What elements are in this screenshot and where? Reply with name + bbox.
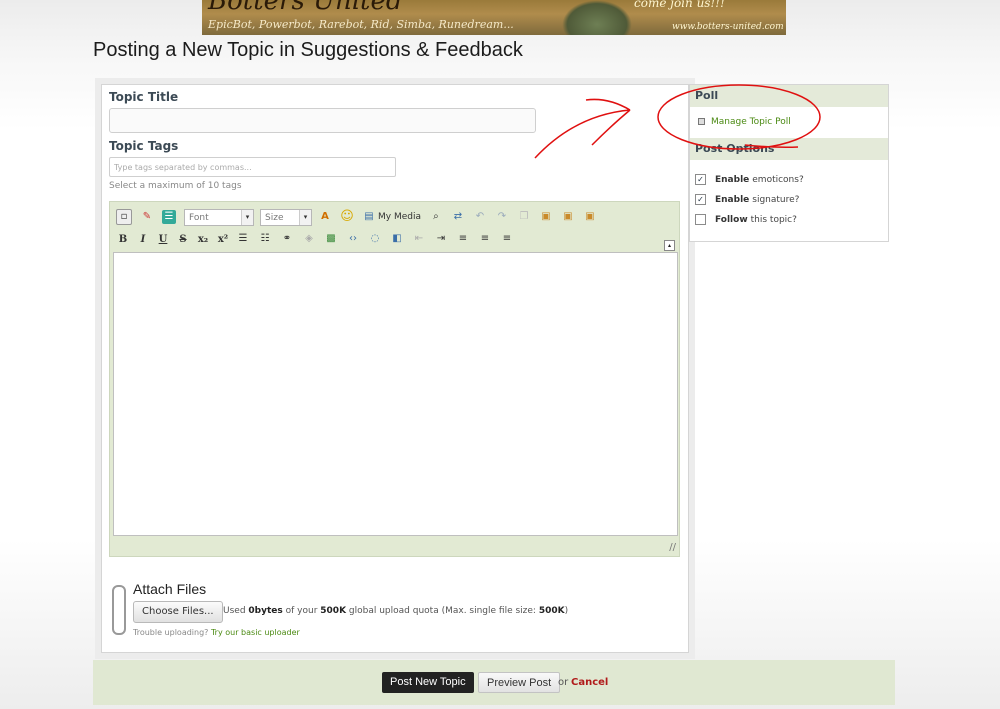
paste-icon[interactable]: ▣ [539,210,553,224]
banner-bot-list: EpicBot, Powerbot, Rarebot, Rid, Simba, … [208,18,514,31]
quota-used: 0bytes [248,606,283,616]
bulleted-list-icon[interactable]: ☰ [236,232,250,246]
size-select[interactable]: Size ▾ [260,208,312,226]
topic-title-label: Topic Title [109,90,179,104]
rich-text-editor: ▫ ✎ ☰ Font ▾ Size ▾ A ☺ ▤ My Media ⌕ ⇄ ↶ ↷… [109,201,680,557]
option-rest: signature? [752,194,800,205]
chevron-down-icon: ▾ [241,209,253,225]
subscript-button[interactable]: x₂ [196,234,210,245]
spoiler-icon[interactable]: ◧ [390,232,404,246]
link-icon[interactable]: ⚭ [280,232,294,246]
choose-files-button[interactable]: Choose Files... [133,601,223,623]
redo-icon[interactable]: ↷ [495,210,509,224]
post-form: Topic Title Topic Tags Type tags separat… [101,84,689,653]
or-text: or [558,677,569,688]
topic-title-input[interactable] [109,108,536,133]
topic-tags-label: Topic Tags [109,139,179,153]
option-enable-signature[interactable]: ✓ Enable signature? [695,194,799,205]
trouble-uploading-text: Trouble uploading? Try our basic uploade… [133,628,300,637]
cancel-link[interactable]: Cancel [571,677,608,688]
quota-max: 500K [538,606,565,616]
option-rest: this topic? [750,214,797,225]
quota-mid: of your [285,606,318,616]
attach-files-title: Attach Files [133,581,207,597]
size-select-value: Size [265,212,284,223]
table-icon[interactable]: ☰ [162,210,176,224]
option-rest: emoticons? [752,174,804,185]
image-icon[interactable]: ▩ [324,232,338,246]
option-follow-topic[interactable]: Follow this topic? [695,214,797,225]
media-icon: ▤ [364,211,374,222]
trouble-text: Trouble uploading? [133,628,209,637]
banner-url: www.botters-united.com [672,22,784,32]
banner-join-text: come join us!!! [634,0,725,10]
eraser-icon[interactable]: ✎ [140,210,154,224]
option-bold: Enable [715,194,750,205]
manage-topic-poll-link[interactable]: Manage Topic Poll [698,117,791,127]
align-center-icon[interactable]: ≡ [478,232,492,246]
italic-button[interactable]: I [136,234,150,245]
quota-total: 500K [320,606,347,616]
page-title: Posting a New Topic in Suggestions & Fee… [93,39,523,61]
numbered-list-icon[interactable]: ☷ [258,232,272,246]
preview-post-button[interactable]: Preview Post [478,672,561,693]
chevron-down-icon: ▾ [299,209,311,225]
collapse-toolbar-icon[interactable]: ▴ [664,240,675,251]
basic-uploader-link[interactable]: Try our basic uploader [211,628,300,637]
topic-tags-input[interactable]: Type tags separated by commas... [109,157,396,177]
indent-icon[interactable]: ⇥ [434,232,448,246]
copy-icon[interactable]: ❐ [517,210,531,224]
outdent-icon[interactable]: ⇤ [412,232,426,246]
align-right-icon[interactable]: ≡ [500,232,514,246]
quota-mid2: global upload quota (Max. single file si… [348,606,536,616]
checkbox-checked-icon[interactable]: ✓ [695,194,706,205]
editor-text-area[interactable] [113,252,678,536]
manage-topic-poll-label: Manage Topic Poll [711,117,791,127]
quota-prefix: Used [223,606,246,616]
font-select-value: Font [189,212,209,223]
unlink-icon[interactable]: ◈ [302,232,316,246]
editor-toolbar-top: ▫ ✎ ☰ Font ▾ Size ▾ A ☺ ▤ My Media ⌕ ⇄ ↶ ↷… [116,207,605,227]
font-select[interactable]: Font ▾ [184,208,254,226]
source-icon[interactable]: ▫ [116,209,132,225]
superscript-button[interactable]: x² [216,234,230,245]
align-left-icon[interactable]: ≡ [456,232,470,246]
poll-header: Poll [690,85,888,107]
checkbox-checked-icon[interactable]: ✓ [695,174,706,185]
undo-icon[interactable]: ↶ [473,210,487,224]
paste-text-icon[interactable]: ▣ [561,210,575,224]
site-banner[interactable]: Botters United EpicBot, Powerbot, Rarebo… [202,0,786,35]
editor-toolbar-bottom: B I U S x₂ x² ☰ ☷ ⚭ ◈ ▩ ‹› ◌ ◧ ⇤ ⇥ ≡ ≡ ≡ [116,229,522,249]
upload-quota-text: Used 0bytes of your 500K global upload q… [223,606,568,616]
replace-icon[interactable]: ⇄ [451,210,465,224]
banner-title: Botters United [208,0,403,16]
option-enable-emoticons[interactable]: ✓ Enable emoticons? [695,174,804,185]
emoticon-icon[interactable]: ☺ [340,210,354,224]
post-new-topic-button[interactable]: Post New Topic [382,672,474,693]
code-icon[interactable]: ‹› [346,232,360,246]
find-icon[interactable]: ⌕ [429,210,443,224]
underline-button[interactable]: U [156,234,170,245]
sidebar: Poll Manage Topic Poll Post Options ✓ En… [689,84,889,242]
quote-icon[interactable]: ◌ [368,232,382,246]
post-options-header: Post Options [690,138,888,160]
option-bold: Follow [715,214,748,225]
text-color-icon[interactable]: A [318,210,332,224]
tags-hint: Select a maximum of 10 tags [109,181,242,191]
strikethrough-button[interactable]: S [176,234,190,245]
option-bold: Enable [715,174,750,185]
my-media-button[interactable]: My Media [378,212,421,222]
paperclip-icon [112,585,126,635]
checkbox-unchecked-icon[interactable] [695,214,706,225]
banner-artwork [562,0,632,35]
resize-handle-icon[interactable]: // [669,542,676,553]
bullet-icon [698,118,705,125]
paste-word-icon[interactable]: ▣ [583,210,597,224]
quota-end: ) [564,606,569,616]
bold-button[interactable]: B [116,234,130,245]
